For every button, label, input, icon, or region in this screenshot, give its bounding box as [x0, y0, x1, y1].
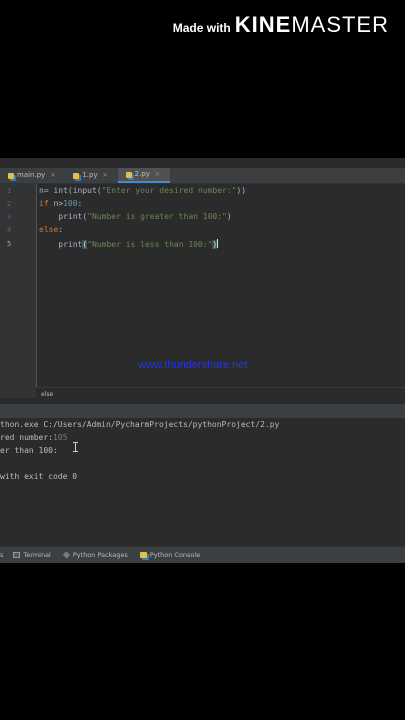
breadcrumb[interactable]: else: [36, 387, 405, 404]
mouse-ibeam-cursor: [73, 442, 78, 452]
watermark-made-with: Made with: [172, 21, 231, 35]
console-line: with exit code 0: [0, 472, 78, 481]
code-token: :: [77, 199, 83, 208]
python-packages-button[interactable]: Python Packages: [62, 551, 128, 559]
code-string: "Enter your desired number:": [101, 186, 237, 195]
python-console-icon: [139, 552, 147, 558]
console-prompt: red number:: [0, 433, 53, 442]
code-string: "Number is less than 100:": [87, 240, 213, 249]
text-cursor: [217, 239, 219, 248]
run-panel-header: [0, 404, 405, 419]
code-token: n= int(input(: [39, 186, 102, 195]
code-line-3[interactable]: print("Number is greater than 100:"): [39, 212, 232, 221]
line-number: 1: [7, 187, 12, 195]
code-token: )): [236, 186, 247, 195]
python-file-icon: [8, 172, 14, 179]
code-line-2[interactable]: if n>100:: [39, 199, 82, 208]
code-string: "Number is greater than 100:": [87, 212, 227, 221]
code-line-5[interactable]: print("Number is less than 100:"): [39, 239, 219, 249]
terminal-button[interactable]: Terminal: [13, 551, 51, 559]
code-token: print(: [39, 212, 88, 221]
editor-tab-bar: main.py ✕ 1.py ✕ 2.py ✕: [0, 168, 405, 184]
close-icon[interactable]: ✕: [103, 168, 108, 183]
line-number: 4: [7, 226, 12, 234]
close-icon[interactable]: ✕: [155, 167, 160, 182]
python-packages-label: Python Packages: [72, 551, 128, 559]
line-number-current: 5: [7, 240, 12, 248]
console-user-input: 105: [52, 433, 68, 442]
code-token: ): [226, 212, 232, 221]
tool-window-partial[interactable]: s: [0, 551, 3, 559]
code-line-1[interactable]: n= int(input("Enter your desired number:…: [39, 186, 246, 195]
python-file-icon: [73, 172, 80, 179]
ide-window: main.py ✕ 1.py ✕ 2.py ✕ 1 2 3 4 5 n= int…: [0, 158, 405, 563]
packages-icon: [62, 551, 71, 559]
tool-window-bar: s Terminal Python Packages Python Consol…: [0, 546, 405, 563]
kinemaster-watermark: Made with KINE MASTER: [173, 12, 389, 38]
breadcrumb-item[interactable]: else: [41, 391, 53, 398]
console-line: red number:105: [0, 433, 67, 442]
tab-2-py[interactable]: 2.py ✕: [117, 167, 170, 183]
tab-label: 2.py: [134, 170, 150, 178]
run-console[interactable]: thon.exe C:/Users/Admin/PycharmProjects/…: [0, 418, 405, 546]
console-line: thon.exe C:/Users/Admin/PycharmProjects/…: [0, 420, 280, 429]
python-console-label: Python Console: [149, 551, 201, 559]
tab-main-py[interactable]: main.py ✕: [0, 168, 65, 183]
tab-1-py[interactable]: 1.py ✕: [65, 168, 117, 183]
line-number: 2: [7, 200, 12, 208]
tab-label: 1.py: [82, 171, 98, 179]
line-number-gutter: 1 2 3 4 5: [0, 184, 37, 398]
console-line: er than 100:: [0, 446, 58, 455]
close-icon[interactable]: ✕: [50, 168, 55, 183]
website-watermark: www.thundershare.net: [138, 359, 248, 371]
code-keyword: else: [39, 225, 59, 234]
watermark-brand-bold: KINE: [234, 12, 292, 37]
code-token: print: [39, 240, 83, 249]
terminal-label: Terminal: [23, 551, 51, 559]
code-number: 100: [63, 199, 78, 208]
tab-label: main.py: [17, 171, 46, 179]
python-file-icon: [125, 171, 132, 178]
code-token: :: [58, 225, 64, 234]
code-token: n>: [48, 199, 64, 208]
python-console-button[interactable]: Python Console: [139, 551, 201, 559]
code-keyword: if: [39, 199, 49, 208]
watermark-brand-light: MASTER: [291, 12, 389, 37]
code-line-4[interactable]: else:: [39, 225, 63, 234]
line-number: 3: [7, 213, 12, 221]
terminal-icon: [13, 552, 21, 558]
